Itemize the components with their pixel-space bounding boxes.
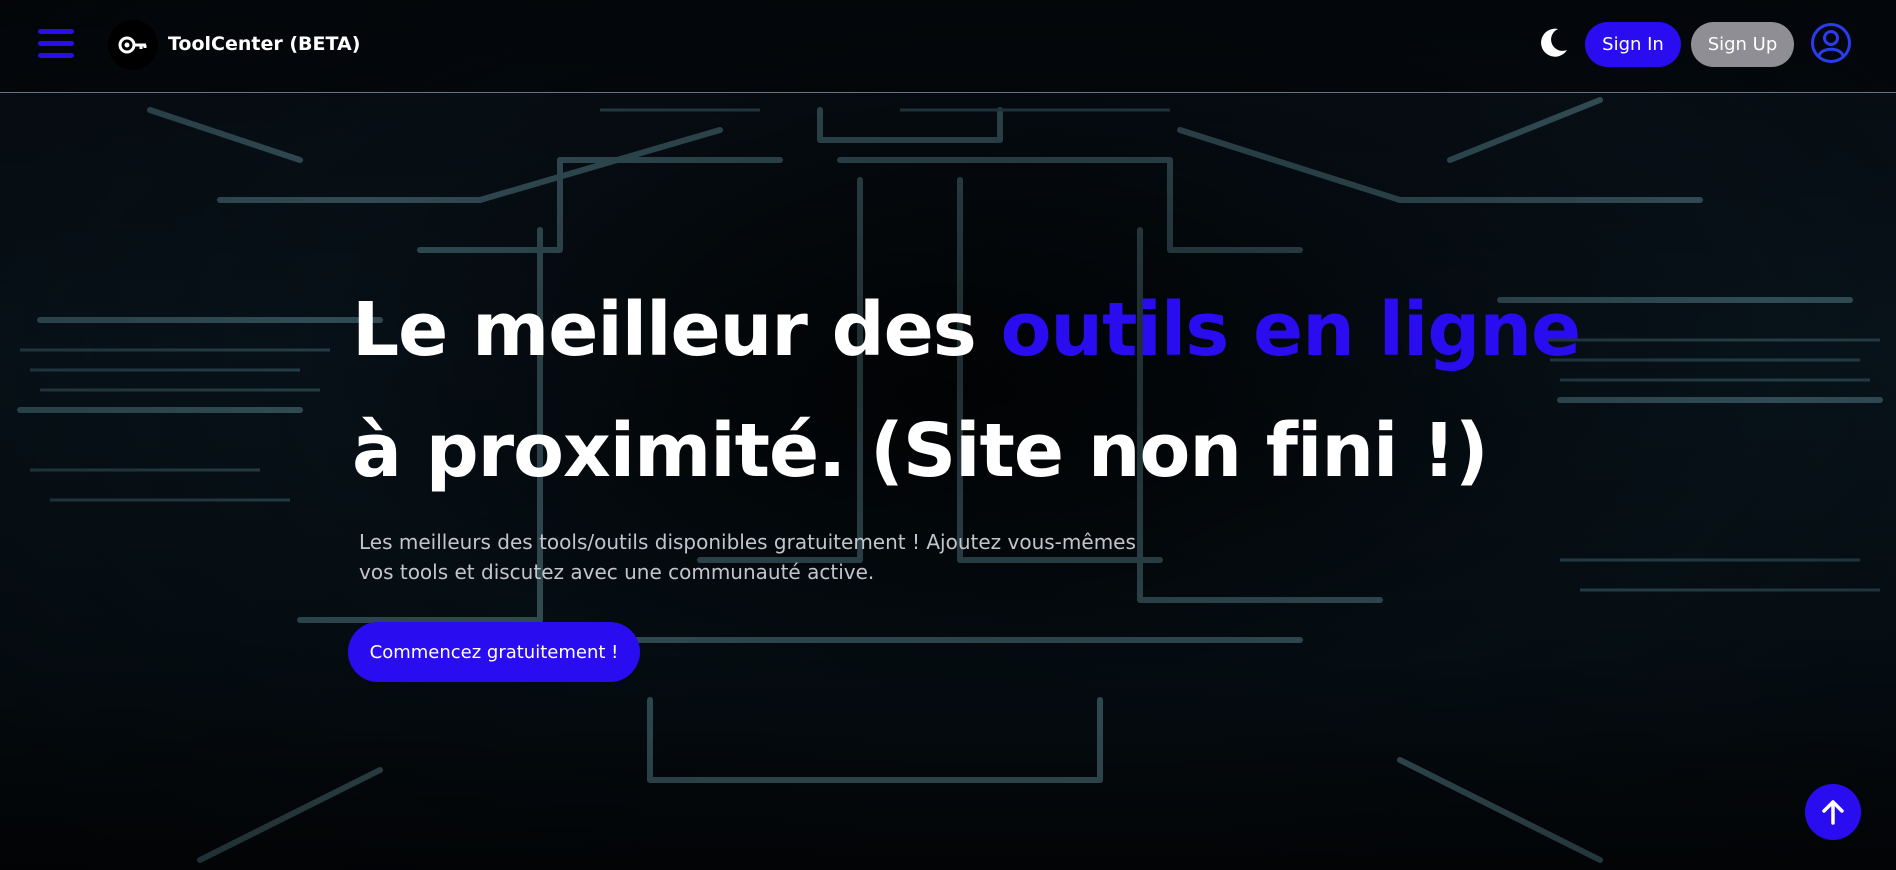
sign-in-button[interactable]: Sign In (1585, 22, 1681, 67)
hero-title-line1-text: Le meilleur des (352, 287, 1001, 373)
hero-title-line2: à proximité. (Site non fini !) (352, 408, 1489, 494)
get-started-button[interactable]: Commencez gratuitement ! (348, 622, 640, 682)
hero-title-line1: Le meilleur des outils en ligne (352, 287, 1582, 373)
hero-title: Le meilleur des outils en ligne à proxim… (352, 270, 1582, 512)
arrow-up-icon[interactable] (1805, 784, 1861, 840)
moon-icon[interactable] (1536, 26, 1570, 60)
navbar: ToolCenter (BETA) Sign In Sign Up (0, 0, 1896, 93)
hero-title-accent: outils en ligne (1000, 287, 1582, 373)
hero-subtitle-line2: vos tools et discutez avec une communaut… (359, 560, 875, 584)
hero-subtitle-line1: Les meilleurs des tools/outils disponibl… (359, 530, 1136, 554)
sign-up-button[interactable]: Sign Up (1691, 22, 1794, 67)
brand-name[interactable]: ToolCenter (BETA) (168, 33, 360, 55)
user-account-icon[interactable] (1810, 22, 1852, 64)
hero-subtitle: Les meilleurs des tools/outils disponibl… (359, 527, 1159, 587)
page: ToolCenter (BETA) Sign In Sign Up Le mei… (0, 0, 1896, 870)
key-logo-icon[interactable] (108, 20, 158, 70)
hamburger-menu-icon[interactable] (38, 29, 74, 59)
